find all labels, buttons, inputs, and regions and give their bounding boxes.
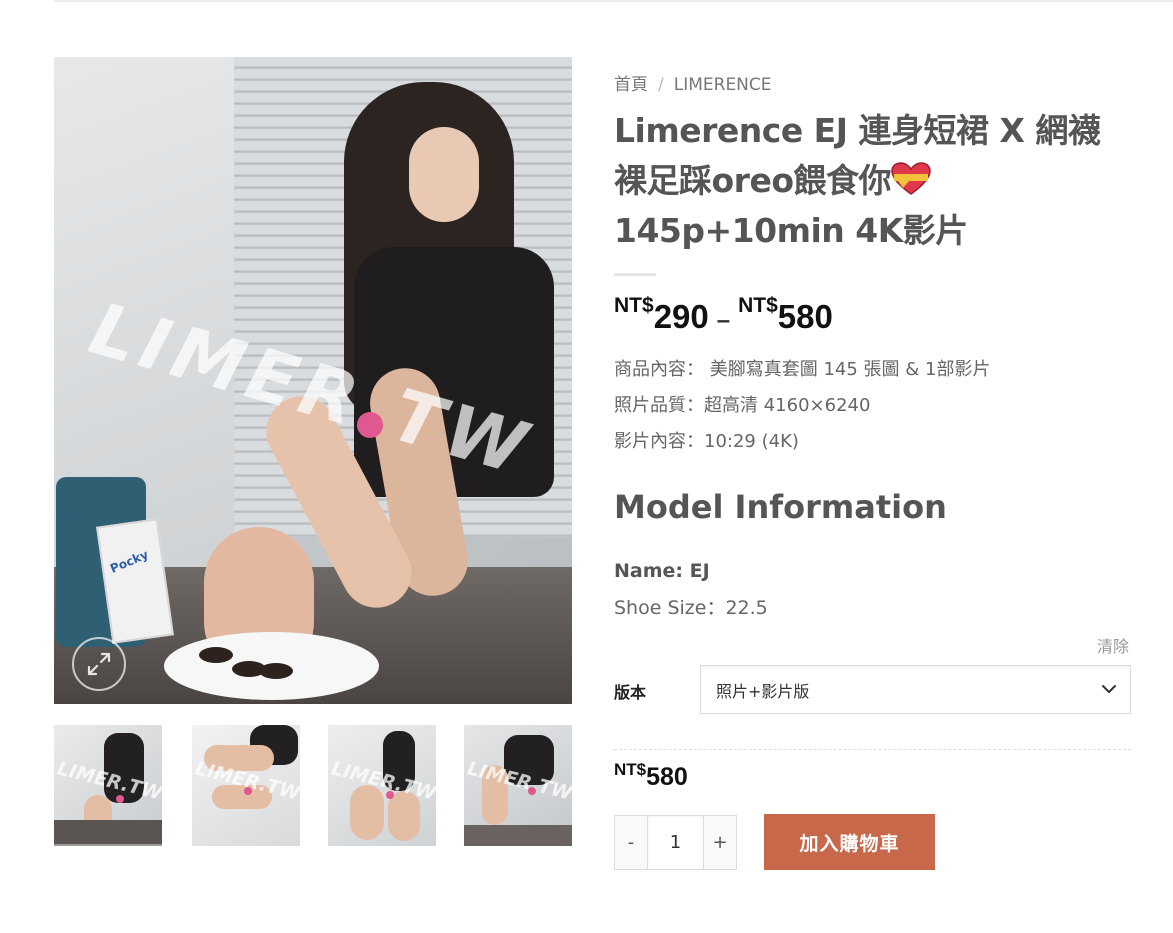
description-content: 商品內容： 美腳寫真套圖 145 張圖 & 1部影片: [614, 359, 991, 380]
model-shoe-row: Shoe Size：22.5: [614, 590, 768, 627]
variant-selected-value: 照片+影片版: [716, 681, 810, 701]
expand-icon: [87, 652, 111, 676]
description-video: 影片內容：10:29 (4K): [614, 431, 799, 452]
variation-divider: [614, 749, 1131, 750]
currency-symbol: NT$: [614, 760, 647, 779]
variant-label: 版本: [614, 683, 647, 702]
product-title-line1: Limerence EJ 連身短裙 X 網襪: [614, 111, 1101, 150]
selected-price-amount: 580: [646, 763, 688, 791]
model-info: Name: EJ Shoe Size：22.5: [614, 553, 768, 627]
product-title: Limerence EJ 連身短裙 X 網襪 裸足踩oreo餵食你 145p+1…: [614, 106, 1134, 256]
quantity-increase-button[interactable]: +: [704, 816, 736, 869]
quantity-stepper: - 1 +: [614, 815, 737, 870]
breadcrumb-category[interactable]: LIMERENCE: [674, 75, 772, 95]
model-name-value: EJ: [683, 560, 710, 582]
variant-select[interactable]: 照片+影片版: [700, 665, 1131, 714]
thumbnail-3[interactable]: LIMER.TW: [328, 725, 436, 846]
product-title-line2: 裸足踩oreo餵食你: [614, 161, 892, 200]
thumbnail-4[interactable]: LIMER.TW: [464, 725, 572, 846]
top-divider: [54, 0, 1173, 2]
breadcrumb-separator: /: [658, 75, 664, 95]
add-to-cart-button[interactable]: 加入購物車: [764, 814, 935, 870]
clear-selection-link[interactable]: 清除: [1097, 633, 1129, 657]
quantity-decrease-button[interactable]: -: [615, 816, 647, 869]
model-info-heading: Model Information: [614, 488, 947, 526]
price-separator: –: [716, 307, 731, 334]
currency-symbol: NT$: [738, 294, 778, 317]
model-name-row: Name: EJ: [614, 553, 768, 590]
thumbnail-strip: LIMER.TW LIMER.TW LIMER.TW LIMER.TW: [54, 725, 572, 847]
description-quality: 照片品質：超高清 4160×6240: [614, 395, 871, 416]
model-shoe-label: Shoe Size：: [614, 597, 726, 619]
model-shoe-value: 22.5: [725, 597, 768, 619]
main-product-image[interactable]: Pocky LIMER.TW: [54, 57, 572, 704]
selected-variant-price: NT$580: [614, 760, 688, 792]
watermark-dot: [357, 412, 383, 438]
product-description: 商品內容： 美腳寫真套圖 145 張圖 & 1部影片 照片品質：超高清 4160…: [614, 352, 990, 460]
currency-symbol: NT$: [614, 294, 654, 317]
price-min: 290: [653, 298, 709, 335]
product-title-line3: 145p+10min 4K影片: [614, 211, 968, 250]
breadcrumb: 首頁 / LIMERENCE: [614, 70, 772, 95]
zoom-button[interactable]: [72, 637, 126, 691]
model-name-label: Name:: [614, 560, 684, 582]
heart-icon: [891, 160, 931, 195]
price-max: 580: [777, 298, 833, 335]
price-range: NT$290 –NT$580: [614, 294, 833, 336]
thumbnail-1[interactable]: LIMER.TW: [54, 725, 162, 846]
thumbnail-2[interactable]: LIMER.TW: [192, 725, 300, 846]
chevron-down-icon: [1102, 685, 1116, 693]
title-divider: [614, 273, 656, 276]
breadcrumb-home[interactable]: 首頁: [614, 75, 648, 95]
quantity-input[interactable]: 1: [647, 816, 704, 869]
